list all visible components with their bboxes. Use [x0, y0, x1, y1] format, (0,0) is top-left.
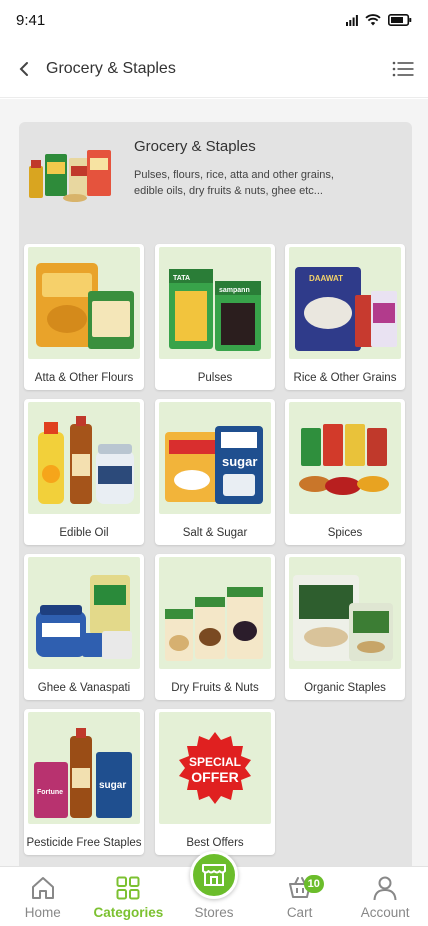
chevron-left-icon: [19, 61, 28, 76]
wifi-icon: [365, 14, 381, 26]
battery-icon: [388, 14, 412, 26]
organic-image: [289, 557, 401, 669]
pesticide-fortune-text: Fortune: [37, 789, 63, 796]
nav-home[interactable]: Home: [0, 867, 86, 926]
cart-count-badge: 10: [303, 875, 324, 893]
subcategory-label: Organic Staples: [304, 682, 386, 694]
subcategory-tile-pesticide-free[interactable]: Fortune sugar Pesticide Free Staples: [24, 709, 144, 855]
subcategory-tile-salt-sugar[interactable]: sugar Salt & Sugar: [155, 399, 275, 545]
salt-sugar-brand-text: sugar: [222, 454, 257, 469]
subcategory-tile-atta[interactable]: Atta & Other Flours: [24, 244, 144, 390]
list-view-button[interactable]: [390, 56, 416, 82]
edible-oil-image: [28, 402, 140, 514]
page-title: Grocery & Staples: [46, 59, 176, 77]
nav-account-label: Account: [360, 905, 410, 920]
offer-text-line2: OFFER: [191, 769, 238, 785]
spices-image: [289, 402, 401, 514]
nav-home-label: Home: [24, 905, 61, 920]
pulses-brand-right: sampann: [219, 287, 250, 294]
nav-cart[interactable]: 10 Cart: [257, 867, 343, 926]
status-icons: [346, 14, 412, 26]
subcategory-label: Edible Oil: [59, 527, 109, 539]
category-panel: Grocery & Staples Pulses, flours, rice, …: [19, 122, 412, 866]
subcategory-tile-edible-oil[interactable]: Edible Oil: [24, 399, 144, 545]
subcategory-tile-spices[interactable]: Spices: [285, 399, 405, 545]
status-bar: 9:41: [0, 0, 428, 40]
subcategory-tile-organic[interactable]: Organic Staples: [285, 554, 405, 700]
offer-text-line1: SPECIAL: [189, 755, 241, 769]
pesticide-sugar-text: sugar: [99, 780, 126, 791]
subcategory-tile-pulses[interactable]: TATA sampann Pulses: [155, 244, 275, 390]
subcategory-label: Pulses: [197, 372, 233, 384]
subcategory-tile-best-offers[interactable]: SPECIAL OFFER Best Offers: [155, 709, 275, 855]
nav-account[interactable]: Account: [342, 867, 428, 926]
salt-sugar-image: sugar: [159, 402, 271, 514]
pulses-image: TATA sampann: [159, 247, 271, 359]
category-title: Grocery & Staples: [134, 138, 256, 155]
subcategory-label: Atta & Other Flours: [34, 372, 134, 384]
subcategory-tile-ghee[interactable]: Ghee & Vanaspati: [24, 554, 144, 700]
list-icon: [392, 61, 414, 76]
category-header: Grocery & Staples Pulses, flours, rice, …: [19, 122, 412, 232]
category-thumbnail: [25, 136, 115, 204]
atta-image: [28, 247, 140, 359]
best-offers-image: SPECIAL OFFER: [159, 712, 271, 824]
subcategory-label: Pesticide Free Staples: [26, 837, 142, 849]
top-app-bar: Grocery & Staples: [0, 40, 428, 98]
nav-categories-label: Categories: [93, 905, 164, 920]
signal-icon: [346, 14, 358, 26]
subcategory-tile-rice[interactable]: DAAWAT Rice & Other Grains: [285, 244, 405, 390]
nav-stores[interactable]: Stores: [171, 851, 257, 926]
ghee-image: [28, 557, 140, 669]
subcategory-label: Salt & Sugar: [182, 527, 248, 539]
pesticide-free-image: Fortune sugar: [28, 712, 140, 824]
category-description: Pulses, flours, rice, atta and other gra…: [134, 169, 334, 197]
subcategory-label: Best Offers: [186, 837, 244, 849]
rice-brand-text: DAAWAT: [309, 274, 343, 283]
subcategory-label: Dry Fruits & Nuts: [171, 682, 259, 694]
rice-image: DAAWAT: [289, 247, 401, 359]
dry-fruits-image: [159, 557, 271, 669]
user-icon: [373, 876, 397, 901]
stores-fab[interactable]: [189, 851, 238, 899]
nav-stores-label: Stores: [194, 905, 234, 920]
subcategory-tile-dry-fruits[interactable]: Dry Fruits & Nuts: [155, 554, 275, 700]
subcategory-label: Ghee & Vanaspati: [37, 682, 131, 694]
store-icon: [201, 864, 226, 886]
grid-icon: [116, 876, 140, 900]
subcategory-label: Spices: [327, 527, 363, 539]
back-button[interactable]: [12, 57, 36, 81]
status-time: 9:41: [16, 11, 46, 29]
bottom-navigation: Home Categories Stores 10 Cart Account: [0, 851, 428, 926]
nav-cart-label: Cart: [286, 905, 313, 920]
nav-categories[interactable]: Categories: [86, 867, 172, 926]
pulses-brand-left: TATA: [173, 275, 190, 282]
content-area[interactable]: Grocery & Staples Pulses, flours, rice, …: [0, 99, 428, 866]
subcategory-label: Rice & Other Grains: [293, 372, 397, 384]
home-icon: [31, 877, 54, 899]
